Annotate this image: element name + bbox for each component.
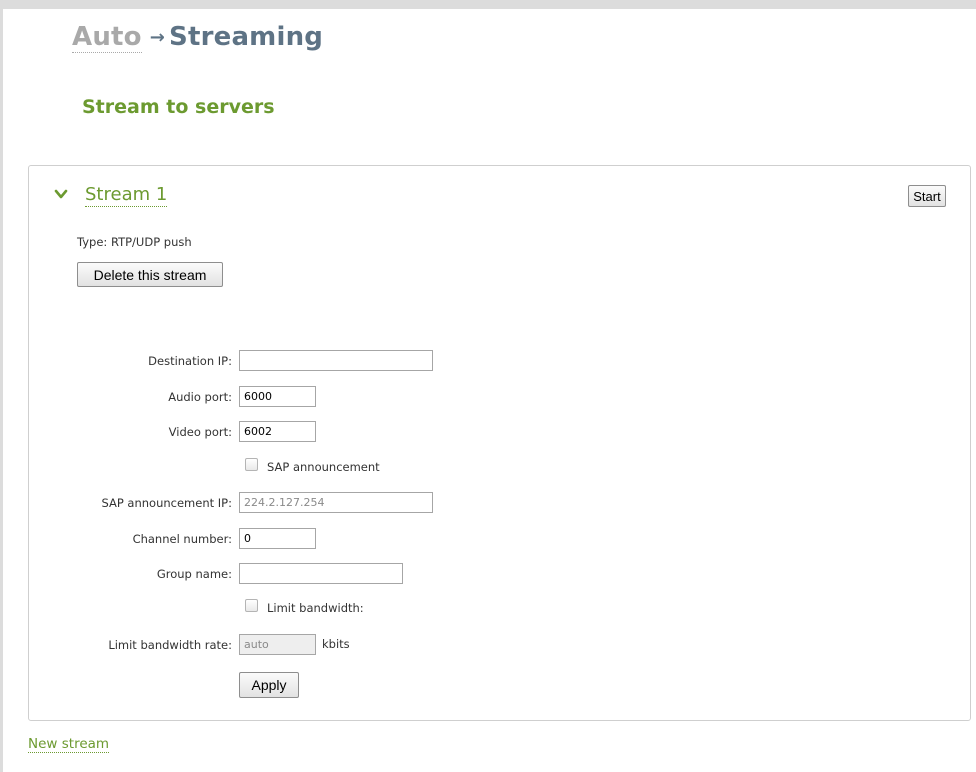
sap-announcement-checkbox[interactable] [245,458,258,471]
apply-button[interactable]: Apply [239,672,299,698]
limit-bandwidth-label: Limit bandwidth: [267,601,364,615]
audio-port-input[interactable] [239,386,316,407]
audio-port-label: Audio port: [168,390,232,404]
delete-stream-button[interactable]: Delete this stream [77,262,223,287]
left-border [0,9,3,772]
bandwidth-unit-label: kbits [322,637,350,651]
chevron-down-icon[interactable] [54,187,68,201]
stream-panel: Stream 1 Start Type: RTP/UDP push Delete… [28,165,971,721]
destination-ip-label: Destination IP: [148,354,232,368]
start-button[interactable]: Start [908,185,946,207]
sap-announcement-label: SAP announcement [267,460,380,474]
sap-announcement-ip-input[interactable] [239,492,433,513]
stream-type-text: Type: RTP/UDP push [77,235,192,249]
breadcrumb-parent-link[interactable]: Auto [72,22,142,53]
group-name-input[interactable] [239,563,403,584]
page-title: Streaming [169,22,324,52]
video-port-label: Video port: [168,425,232,439]
video-port-input[interactable] [239,421,316,442]
stream-title-link[interactable]: Stream 1 [85,184,168,207]
limit-bandwidth-rate-label: Limit bandwidth rate: [108,638,232,652]
breadcrumb: Auto → Streaming [72,22,324,53]
channel-number-input[interactable] [239,528,316,549]
section-title: Stream to servers [82,96,275,118]
group-name-label: Group name: [156,567,232,581]
destination-ip-input[interactable] [239,350,433,371]
new-stream-link[interactable]: New stream [28,736,110,753]
top-border [0,0,976,9]
sap-announcement-ip-label: SAP announcement IP: [101,496,232,510]
limit-bandwidth-checkbox[interactable] [245,599,258,612]
channel-number-label: Channel number: [132,532,232,546]
limit-bandwidth-rate-input[interactable] [239,634,316,655]
breadcrumb-arrow-icon: → [149,27,166,48]
